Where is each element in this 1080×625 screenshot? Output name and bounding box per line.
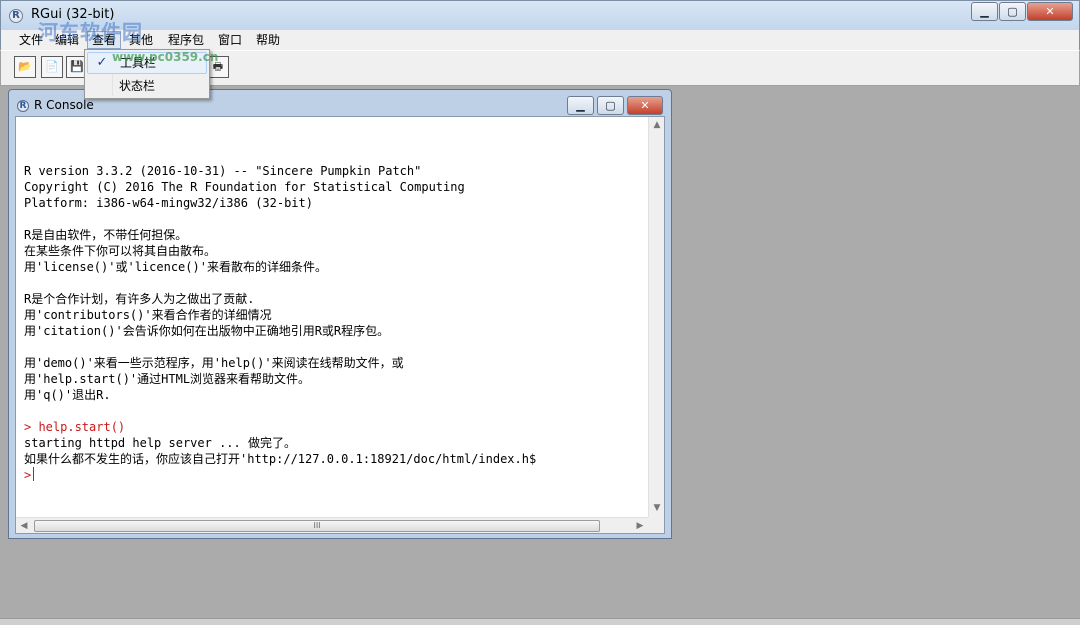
console-output[interactable]: R version 3.3.2 (2016-10-31) -- "Sincere… — [24, 147, 648, 517]
console-output-line: starting httpd help server ... 做完了。 — [24, 436, 296, 450]
console-output-line: 用'citation()'会告诉你如何在出版物中正确地引用R或R程序包。 — [24, 324, 390, 338]
horizontal-scroll-thumb[interactable]: III — [34, 520, 600, 532]
console-minimize-button[interactable]: ▁ — [567, 96, 594, 115]
console-output-line: 用'license()'或'licence()'来看散布的详细条件。 — [24, 260, 327, 274]
vertical-scrollbar[interactable]: ▲ ▼ — [648, 117, 664, 518]
console-title: R Console — [34, 98, 94, 112]
minimize-button[interactable]: ▁ — [971, 2, 998, 21]
console-text-area[interactable]: R version 3.3.2 (2016-10-31) -- "Sincere… — [15, 116, 665, 534]
close-button[interactable]: ✕ — [1027, 2, 1073, 21]
watermark-logo: 河东软件园 — [38, 20, 143, 44]
menu-help[interactable]: 帮助 — [252, 31, 284, 49]
menu-item-statusbar-label: 状态栏 — [119, 79, 156, 93]
console-output-line: 用'contributors()'来看合作者的详细情况 — [24, 308, 272, 322]
open-script-icon[interactable]: 📂 — [14, 56, 36, 78]
console-command-line: > help.start() — [24, 420, 126, 434]
watermark-url: www.pc0359.cn — [112, 50, 219, 64]
console-output-line: 在某些条件下你可以将其自由散布。 — [24, 244, 217, 258]
check-icon: ✓ — [96, 55, 108, 70]
console-output-line: 如果什么都不发生的话，你应该自己打开'http://127.0.0.1:1892… — [24, 452, 537, 466]
menu-item-statusbar[interactable]: 状态栏 — [87, 75, 207, 97]
console-maximize-button[interactable]: ▢ — [597, 96, 624, 115]
console-title-bar: R R Console — [17, 94, 94, 116]
console-close-button[interactable]: ✕ — [627, 96, 663, 115]
menu-windows[interactable]: 窗口 — [214, 31, 246, 49]
horizontal-scrollbar[interactable]: ◀ III ▶ — [16, 517, 649, 533]
scroll-up-arrow-icon[interactable]: ▲ — [649, 117, 665, 133]
size-grip[interactable] — [648, 517, 664, 533]
r-console-window[interactable]: R R Console ▁ ▢ ✕ R version 3.3.2 (2016-1… — [8, 89, 672, 539]
r-app-icon[interactable]: R — [9, 9, 23, 23]
scroll-down-arrow-icon[interactable]: ▼ — [649, 500, 665, 516]
menu-packages[interactable]: 程序包 — [164, 31, 208, 49]
console-output-line: R是自由软件，不带任何担保。 — [24, 228, 188, 242]
prompt-symbol: > — [24, 468, 32, 482]
scroll-right-arrow-icon[interactable]: ▶ — [632, 518, 648, 534]
r-console-icon[interactable]: R — [17, 99, 29, 112]
console-output-line: R是个合作计划，有许多人为之做出了贡献. — [24, 292, 255, 306]
menu-bar: 文件 编辑 查看 其他 程序包 窗口 帮助 — [0, 30, 1080, 50]
status-area — [0, 618, 1080, 625]
console-output-line: 用'demo()'来看一些示范程序，用'help()'来阅读在线帮助文件，或 — [24, 356, 404, 370]
maximize-button[interactable]: ▢ — [999, 2, 1026, 21]
title-bar: R RGui (32-bit) ▁ ▢ ✕ — [0, 0, 1080, 30]
scroll-left-arrow-icon[interactable]: ◀ — [16, 518, 32, 534]
console-output-line: Copyright (C) 2016 The R Foundation for … — [24, 180, 465, 194]
console-output-line: Platform: i386-w64-mingw32/i386 (32-bit) — [24, 196, 313, 210]
console-prompt-line[interactable]: > — [24, 467, 648, 483]
console-output-line: 用'help.start()'通过HTML浏览器来看帮助文件。 — [24, 372, 311, 386]
load-workspace-icon[interactable]: 📄 — [41, 56, 63, 78]
console-output-line: 用'q()'退出R. — [24, 388, 111, 402]
console-output-line: R version 3.3.2 (2016-10-31) -- "Sincere… — [24, 164, 422, 178]
text-caret — [33, 467, 35, 481]
